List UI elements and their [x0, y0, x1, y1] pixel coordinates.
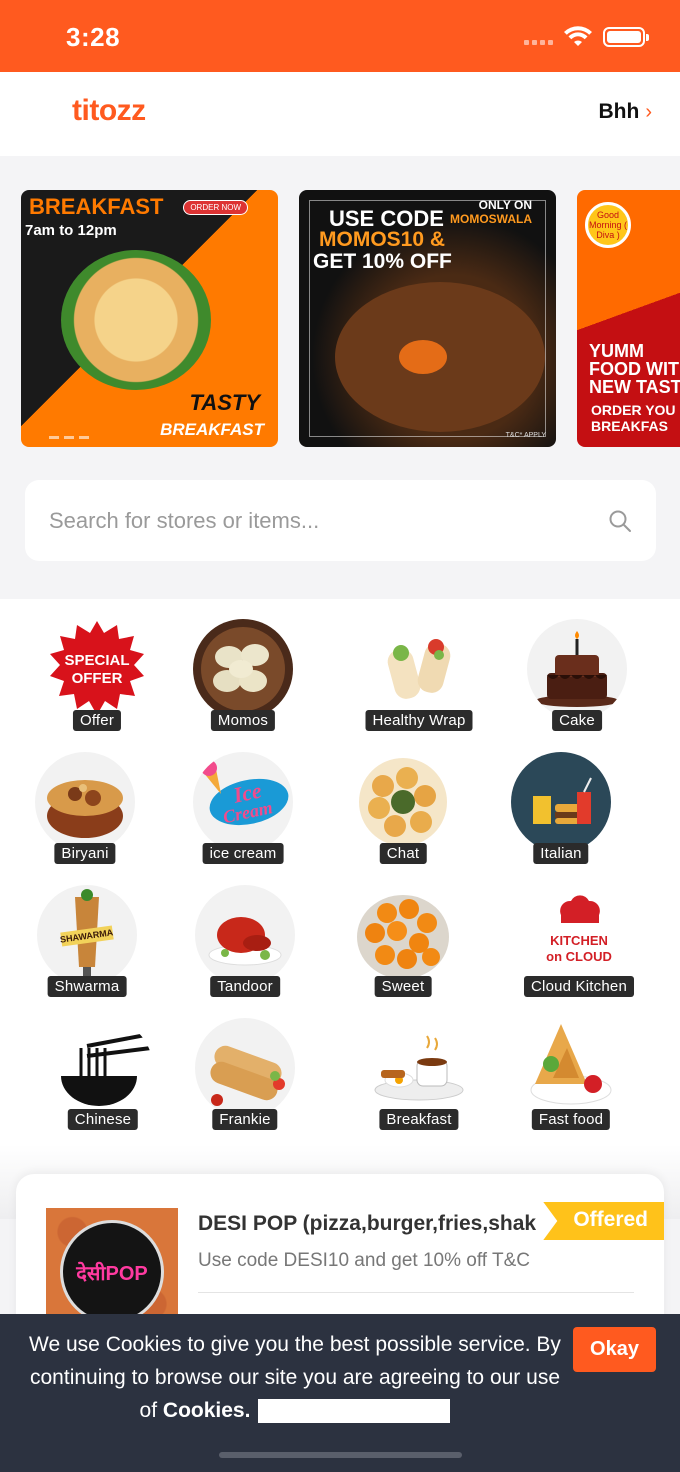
- cellular-signal-icon: [524, 40, 553, 45]
- banner-title: BREAKFAST: [29, 194, 164, 219]
- category-label: Sweet: [374, 976, 432, 997]
- category-offer[interactable]: SPECIAL OFFER Offer: [22, 599, 172, 731]
- category-label: Breakfast: [379, 1109, 459, 1130]
- banner-code: MOMOS10 &: [319, 228, 446, 251]
- sweet-icon: [353, 885, 453, 985]
- status-time: 3:28: [66, 22, 121, 52]
- desi-pop-logo: देसीPOP: [60, 1220, 164, 1324]
- fast-food-icon: [521, 1018, 621, 1118]
- svg-text:KITCHEN: KITCHEN: [550, 933, 608, 948]
- home-indicator[interactable]: [219, 1452, 462, 1458]
- category-label: Cloud Kitchen: [524, 976, 634, 997]
- category-cake[interactable]: Cake: [502, 599, 652, 731]
- chutney-bowl-image: [399, 340, 447, 374]
- category-label: ice cream: [202, 843, 284, 864]
- category-label: Momos: [210, 710, 276, 731]
- svg-text:SPECIAL: SPECIAL: [64, 652, 129, 669]
- breakfast-icon: [369, 1018, 469, 1118]
- banner-only-on: ONLY ON MOMOSWALA: [450, 198, 532, 226]
- category-label: Tandoor: [210, 976, 280, 997]
- category-frankie[interactable]: Frankie: [170, 998, 320, 1130]
- brand-label: MOMOSWALA: [450, 212, 532, 226]
- category-tandoor[interactable]: Tandoor: [170, 865, 320, 997]
- category-ice-cream[interactable]: Ice Cream ice cream: [168, 732, 318, 864]
- offered-ribbon: Offered: [543, 1202, 664, 1240]
- category-breakfast[interactable]: Breakfast: [344, 998, 494, 1130]
- category-italian[interactable]: Italian: [486, 732, 636, 864]
- category-cloud-kitchen[interactable]: KITCHEN on CLOUD Cloud Kitchen: [504, 865, 654, 997]
- banner-tc: T&C* APPLY: [505, 432, 546, 439]
- cake-icon: [527, 619, 627, 719]
- divider: [198, 1292, 634, 1293]
- store-name: DESI POP (pizza,burger,fries,shak: [198, 1212, 537, 1235]
- carousel-dots: [49, 436, 89, 439]
- category-label: Cake: [552, 710, 602, 731]
- wrap-icon: [369, 619, 469, 719]
- category-momos[interactable]: Momos: [168, 599, 318, 731]
- category-healthy-wrap[interactable]: Healthy Wrap: [344, 599, 494, 731]
- banner-tag: TASTY: [189, 390, 260, 415]
- ice-cream-icon: Ice Cream: [193, 752, 293, 852]
- wifi-icon: [564, 26, 592, 46]
- category-label: Offer: [72, 710, 122, 731]
- category-label: Frankie: [212, 1109, 278, 1130]
- category-label: Italian: [533, 843, 589, 864]
- category-biryani[interactable]: Biryani: [10, 732, 160, 864]
- redacted-box: [258, 1399, 451, 1424]
- okay-button[interactable]: Okay: [573, 1327, 656, 1372]
- category-chinese[interactable]: Chinese: [28, 998, 178, 1130]
- status-bar: 3:28: [0, 0, 680, 72]
- cookie-banner: We use Cookies to give you the best poss…: [0, 1314, 680, 1472]
- frankie-icon: [195, 1018, 295, 1118]
- search-input[interactable]: [49, 507, 608, 534]
- cookie-message: We use Cookies to give you the best poss…: [20, 1328, 570, 1427]
- good-morning-badge: Good Morning ( Diva ): [585, 202, 631, 248]
- banner-good-morning[interactable]: Good Morning ( Diva ) YUMM FOOD WIT NEW …: [577, 190, 680, 447]
- banner-momos[interactable]: USE CODE MOMOS10 & GET 10% OFF ONLY ON MO…: [299, 190, 556, 447]
- category-fast-food[interactable]: Fast food: [496, 998, 646, 1130]
- banner-headline: YUMM FOOD WIT NEW TAST: [589, 341, 680, 397]
- battery-icon: [603, 27, 649, 47]
- shawarma-icon: SHAWARMA: [37, 885, 137, 985]
- search-bar[interactable]: [25, 480, 656, 561]
- search-icon[interactable]: [608, 509, 632, 533]
- category-label: Shwarma: [47, 976, 127, 997]
- store-offer-description: Use code DESI10 and get 10% off T&C: [198, 1250, 530, 1271]
- breakfast-plate-image: [61, 250, 211, 390]
- special-offer-icon: SPECIAL OFFER: [47, 619, 147, 719]
- biryani-icon: [35, 752, 135, 852]
- banner-hours: 7am to 12pm: [25, 222, 117, 239]
- chevron-right-icon: ›: [645, 100, 652, 123]
- only-on-label: ONLY ON: [478, 198, 532, 212]
- svg-text:on CLOUD: on CLOUD: [546, 949, 612, 964]
- category-label: Healthy Wrap: [365, 710, 473, 731]
- noodles-icon: [53, 1018, 153, 1118]
- location-selector[interactable]: Bhh ›: [599, 100, 653, 124]
- tandoor-icon: [195, 885, 295, 985]
- category-shwarma[interactable]: SHAWARMA Shwarma: [12, 865, 162, 997]
- momos-icon: [193, 619, 293, 719]
- banner-breakfast[interactable]: BREAKFAST 7am to 12pm ORDER NOW TASTY BR…: [21, 190, 278, 447]
- category-label: Biryani: [54, 843, 116, 864]
- banner-text: GET 10% OFF: [313, 250, 452, 273]
- category-sweet[interactable]: Sweet: [328, 865, 478, 997]
- category-grid: SPECIAL OFFER Offer Momos Healthy Wrap C…: [0, 599, 680, 1219]
- banner-tag: BREAKFAST: [160, 420, 264, 439]
- promo-carousel[interactable]: BREAKFAST 7am to 12pm ORDER NOW TASTY BR…: [0, 190, 680, 448]
- location-name: Bhh: [598, 100, 640, 123]
- app-header: titozz Bhh ›: [0, 72, 680, 156]
- category-chat[interactable]: Chat: [328, 732, 478, 864]
- category-label: Chinese: [67, 1109, 139, 1130]
- cookies-link[interactable]: Cookies.: [163, 1399, 251, 1422]
- svg-text:OFFER: OFFER: [72, 670, 123, 687]
- chat-icon: [353, 752, 453, 852]
- titozz-logo[interactable]: titozz: [72, 94, 146, 128]
- italian-icon: [511, 752, 611, 852]
- store-thumbnail: देसीPOP: [46, 1208, 178, 1328]
- banner-cta: ORDER YOU BREAKFAS: [591, 402, 676, 434]
- category-label: Fast food: [531, 1109, 611, 1130]
- category-label: Chat: [379, 843, 427, 864]
- banner-order-now: ORDER NOW: [183, 200, 248, 215]
- cloud-kitchen-icon: KITCHEN on CLOUD: [529, 885, 629, 985]
